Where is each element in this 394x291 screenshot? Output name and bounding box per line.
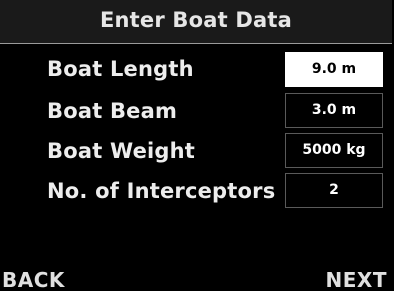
boat-beam-field[interactable]: 3.0 m [285, 93, 383, 128]
interceptors-field[interactable]: 2 [285, 173, 383, 208]
boat-weight-field[interactable]: 5000 kg [285, 133, 383, 168]
next-button[interactable]: NEXT [326, 268, 387, 291]
page-title: Enter Boat Data [99, 8, 292, 32]
boat-length-label: Boat Length [47, 57, 194, 81]
boat-length-field[interactable]: 9.0 m [285, 52, 383, 87]
title-bar: Enter Boat Data [0, 0, 392, 44]
interceptors-label: No. of Interceptors [47, 179, 276, 203]
boat-data-screen: Enter Boat Data Boat Length 9.0 m Boat B… [0, 0, 394, 291]
boat-weight-label: Boat Weight [47, 139, 196, 163]
boat-beam-label: Boat Beam [47, 99, 178, 123]
back-button[interactable]: BACK [2, 268, 65, 291]
